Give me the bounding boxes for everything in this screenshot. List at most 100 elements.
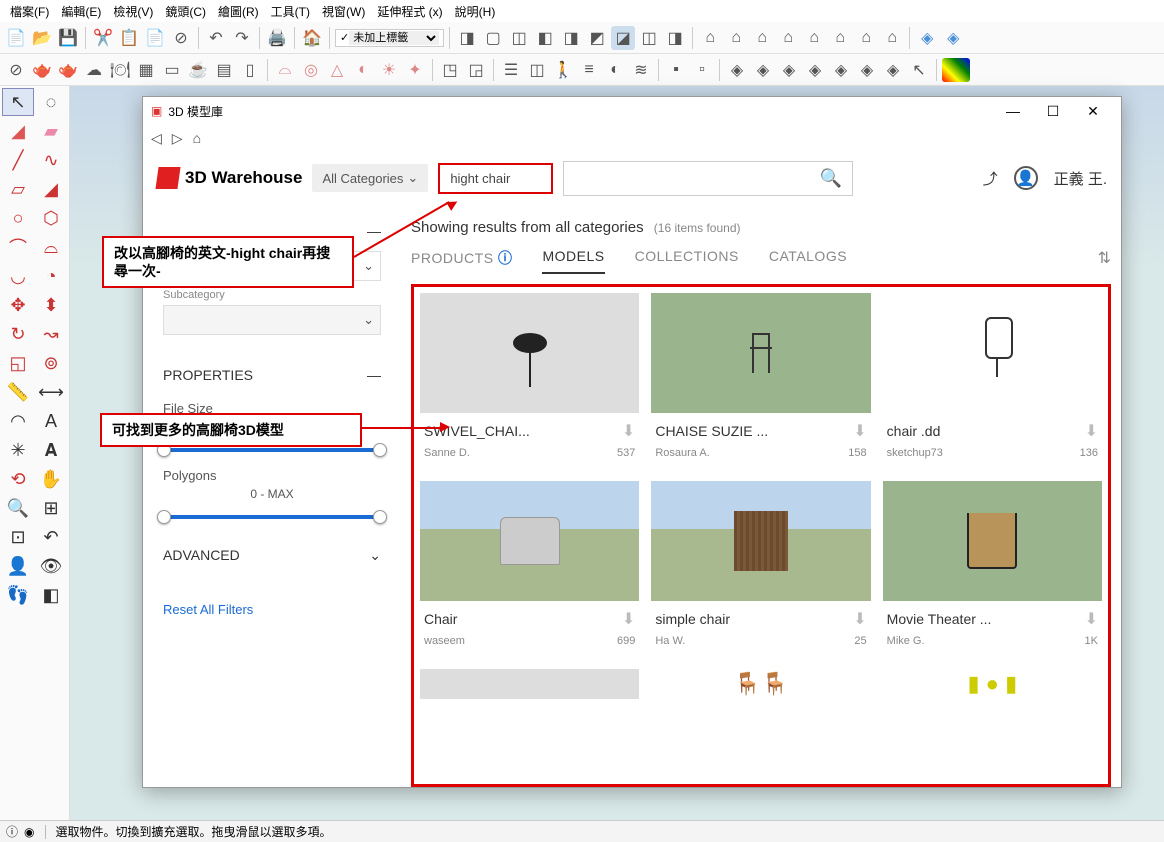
new-icon[interactable]: 📄 — [4, 26, 28, 50]
cube-tool-1[interactable]: ◳ — [438, 58, 462, 82]
axes-tool[interactable]: ✳ — [2, 436, 34, 464]
view-icon-2[interactable]: ▢ — [481, 26, 505, 50]
nav-back-icon[interactable]: ◁ — [151, 130, 162, 147]
upload-icon[interactable]: ⤴ — [983, 168, 998, 189]
save-icon[interactable]: 💾 — [56, 26, 80, 50]
shape-icon-6[interactable]: ✦ — [403, 58, 427, 82]
house-icon-2[interactable]: ⌂ — [724, 26, 748, 50]
undo-icon[interactable]: ↶ — [204, 26, 228, 50]
house-icon-4[interactable]: ⌂ — [776, 26, 800, 50]
circle-tool[interactable]: ○ — [2, 204, 34, 232]
search-icon[interactable]: 🔍 — [820, 168, 842, 189]
cube-icon-b[interactable]: ◈ — [941, 26, 965, 50]
menu-edit[interactable]: 編輯(E) — [55, 1, 107, 22]
filesize-slider[interactable] — [163, 448, 381, 452]
pan-tool[interactable]: ✋ — [35, 465, 67, 493]
view-icon-7[interactable]: ◪ — [611, 26, 635, 50]
shape-icon-3[interactable]: △ — [325, 58, 349, 82]
reset-filters-link[interactable]: Reset All Filters — [163, 602, 381, 617]
solid-tool-4[interactable]: ◈ — [803, 58, 827, 82]
redo-icon[interactable]: ↷ — [230, 26, 254, 50]
tab-models[interactable]: MODELS — [542, 248, 604, 274]
model-card[interactable]: simple chair⬇ Ha W.25 — [651, 481, 870, 657]
model-card[interactable]: CHAISE SUZIE ...⬇ Rosaura A.158 — [651, 293, 870, 469]
nav-forward-icon[interactable]: ▷ — [172, 130, 183, 147]
arc-tool-2[interactable]: ⌓ — [35, 233, 67, 261]
window-titlebar[interactable]: ▣ 3D 模型庫 — ☐ ✕ — [143, 97, 1121, 125]
menu-view[interactable]: 檢視(V) — [107, 1, 159, 22]
shape-icon-4[interactable]: ◐ — [351, 58, 375, 82]
eraser2-tool[interactable]: ▰ — [35, 117, 67, 145]
view-icon-8[interactable]: ◫ — [637, 26, 661, 50]
cursor-pick-icon[interactable]: ↖ — [907, 58, 931, 82]
model-card[interactable]: Movie Theater ...⬇ Mike G.1K — [883, 481, 1102, 657]
subcategory-select[interactable]: ⌄ — [163, 305, 381, 335]
advanced-header[interactable]: ADVANCED⌄ — [163, 533, 381, 572]
view-icon-6[interactable]: ◩ — [585, 26, 609, 50]
line-tool[interactable]: ╱ — [2, 146, 34, 174]
tape-tool[interactable]: 📏 — [2, 378, 34, 406]
walk-tool[interactable]: 👣 — [2, 581, 34, 609]
close-button[interactable]: ✕ — [1073, 98, 1113, 124]
minimize-button[interactable]: — — [993, 98, 1033, 124]
door-icon[interactable]: ▯ — [238, 58, 262, 82]
download-icon[interactable]: ⬇ — [622, 609, 635, 629]
layers-icon[interactable]: ≡ — [577, 58, 601, 82]
pie-tool[interactable]: ◔ — [35, 262, 67, 290]
view-icon-9[interactable]: ◨ — [663, 26, 687, 50]
menu-tools[interactable]: 工具(T) — [265, 1, 316, 22]
view-icon-4[interactable]: ◧ — [533, 26, 557, 50]
tab-products[interactable]: PRODUCTS ⓘ — [411, 248, 512, 274]
avatar-icon[interactable]: 👤 — [1014, 166, 1038, 190]
position-camera-tool[interactable]: 👤 — [2, 552, 34, 580]
model-card[interactable]: SWIVEL_CHAI...⬇ Sanne D.537 — [420, 293, 639, 469]
category-dropdown[interactable]: All Categories⌄ — [312, 164, 428, 192]
open-icon[interactable]: 📂 — [30, 26, 54, 50]
view-icon-5[interactable]: ◨ — [559, 26, 583, 50]
download-icon[interactable]: ⬇ — [622, 421, 635, 441]
window-icon[interactable]: ▭ — [160, 58, 184, 82]
followme-tool[interactable]: ↝ — [35, 320, 67, 348]
menu-file[interactable]: 檔案(F) — [4, 1, 55, 22]
freehand-tool[interactable]: ∿ — [35, 146, 67, 174]
model-card[interactable]: Chair⬇ waseem699 — [420, 481, 639, 657]
offset-tool[interactable]: ⊚ — [35, 349, 67, 377]
cut-icon[interactable]: ✂️ — [91, 26, 115, 50]
grid-icon[interactable]: ▦ — [134, 58, 158, 82]
house-icon-3[interactable]: ⌂ — [750, 26, 774, 50]
plate-icon[interactable]: 🍽 — [108, 58, 132, 82]
status-icon-1[interactable]: ⓘ — [6, 823, 18, 840]
calendar-icon[interactable]: ▤ — [212, 58, 236, 82]
solid-tool-3[interactable]: ◈ — [777, 58, 801, 82]
user-name[interactable]: 正義 王. — [1054, 168, 1107, 189]
section-tool[interactable]: ◧ — [35, 581, 67, 609]
component-icon[interactable]: ◫ — [525, 58, 549, 82]
menu-window[interactable]: 視窗(W) — [316, 1, 371, 22]
model-card[interactable] — [420, 669, 639, 699]
teapot-icon[interactable]: 🫖 — [30, 58, 54, 82]
solid-tool-1[interactable]: ◈ — [725, 58, 749, 82]
solid-tool-2[interactable]: ◈ — [751, 58, 775, 82]
menu-help[interactable]: 說明(H) — [449, 1, 502, 22]
house-icon-5[interactable]: ⌂ — [802, 26, 826, 50]
tab-catalogs[interactable]: CATALOGS — [769, 248, 847, 274]
solid-tool-7[interactable]: ◈ — [881, 58, 905, 82]
arc-tool-3[interactable]: ◡ — [2, 262, 34, 290]
menu-draw[interactable]: 繪圖(R) — [212, 1, 265, 22]
tab-collections[interactable]: COLLECTIONS — [635, 248, 739, 274]
delete-icon[interactable]: ⊘ — [169, 26, 193, 50]
outliner-icon[interactable]: ☰ — [499, 58, 523, 82]
warehouse-logo[interactable]: 3D Warehouse — [157, 167, 302, 189]
fog-icon[interactable]: ≋ — [629, 58, 653, 82]
cloud-icon[interactable]: ☁ — [82, 58, 106, 82]
text-tool[interactable]: A — [35, 407, 67, 435]
view-iso-icon[interactable]: ◨ — [455, 26, 479, 50]
search-input-highlight[interactable]: hight chair — [438, 163, 553, 194]
look-tool[interactable]: 👁 — [35, 552, 67, 580]
zoom-ext-tool[interactable]: ⊡ — [2, 523, 34, 551]
tag-dropdown[interactable]: ✓ 未加上標籤 — [335, 29, 444, 47]
warehouse-icon[interactable]: 🏠 — [300, 26, 324, 50]
poly-tool[interactable]: ⬡ — [35, 204, 67, 232]
shape-icon-1[interactable]: ⌓ — [273, 58, 297, 82]
house-icon-7[interactable]: ⌂ — [854, 26, 878, 50]
